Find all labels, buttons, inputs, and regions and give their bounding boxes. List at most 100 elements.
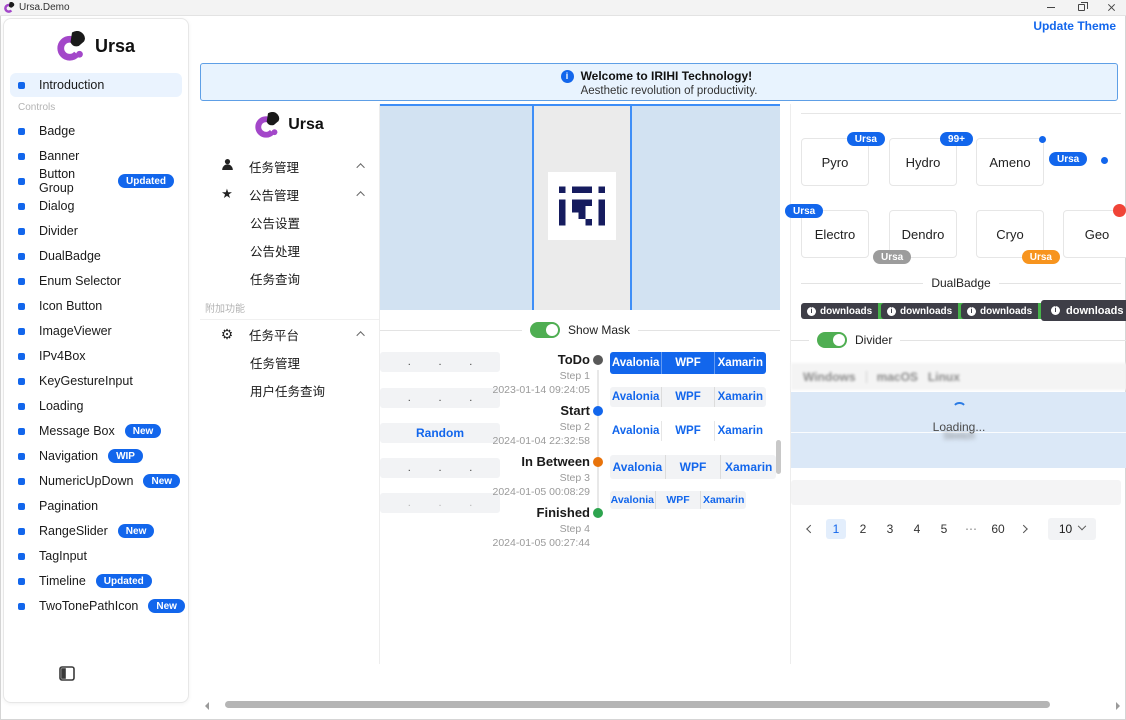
divider-line	[801, 113, 1121, 114]
button-avalonia[interactable]: Avalonia	[610, 352, 661, 374]
sidebar-item-pagination[interactable]: Pagination	[10, 494, 182, 518]
timeline-entry: In Between Step 3 2024-01-05 00:08:29	[450, 454, 590, 498]
previous-page-button[interactable]	[799, 519, 819, 539]
app-icon	[4, 2, 15, 13]
sidebar-logo-text: Ursa	[95, 36, 135, 57]
page-button-5[interactable]: 5	[934, 519, 954, 539]
update-theme-button[interactable]: Update Theme	[1033, 19, 1116, 33]
maximize-button[interactable]	[1066, 0, 1096, 16]
mask-guide-line	[630, 106, 632, 310]
close-icon	[1107, 3, 1116, 12]
button-group-small: Avalonia WPF Xamarin	[610, 491, 746, 509]
nav-item-user-task-query[interactable]: 用户任务查询	[200, 376, 379, 404]
sidebar-item-enum-selector[interactable]: Enum Selector	[10, 269, 182, 293]
sidebar-item-rangeslider[interactable]: RangeSliderNew	[10, 519, 182, 543]
bullet-icon	[18, 328, 25, 335]
divider-toggle[interactable]	[817, 332, 847, 348]
navigation-menu: Ursa 任务管理 公告管理 公告设置 公告处理 任务查询 附加功能 任务平台 …	[200, 104, 380, 664]
nav-item-task-platform[interactable]: 任务平台	[200, 320, 379, 348]
page-button-3[interactable]: 3	[880, 519, 900, 539]
badge-card-dendro: Dendro Ursa	[889, 210, 957, 258]
sidebar: Ursa Introduction Controls Badge Banner …	[3, 18, 189, 703]
button-wpf[interactable]: WPF	[655, 491, 701, 509]
dot-badge	[1039, 136, 1046, 143]
tab-macos[interactable]: macOS	[877, 370, 918, 384]
page-size-select[interactable]: 10	[1048, 518, 1096, 540]
page-button-1[interactable]: 1	[826, 519, 846, 539]
minimize-button[interactable]	[1036, 0, 1066, 16]
sidebar-item-timeline[interactable]: TimelineUpdated	[10, 569, 182, 593]
nav-logo: Ursa	[200, 112, 379, 138]
timeline-dot-start	[593, 406, 603, 416]
button-avalonia[interactable]: Avalonia	[610, 455, 665, 479]
status-badge: New	[148, 599, 185, 613]
sidebar-item-keygestureinput[interactable]: KeyGestureInput	[10, 369, 182, 393]
nav-item-announcement-processing[interactable]: 公告处理	[200, 236, 379, 264]
close-button[interactable]	[1096, 0, 1126, 16]
button-xamarin[interactable]: Xamarin	[700, 491, 746, 509]
tab-linux[interactable]: Linux	[928, 370, 960, 384]
status-badge: Updated	[118, 174, 174, 188]
page-button-last[interactable]: 60	[988, 519, 1008, 539]
sidebar-item-icon-button[interactable]: Icon Button	[10, 294, 182, 318]
sidebar-item-ipv4box[interactable]: IPv4Box	[10, 344, 182, 368]
sidebar-item-imageviewer[interactable]: ImageViewer	[10, 319, 182, 343]
button-avalonia[interactable]: Avalonia	[610, 421, 661, 441]
button-wpf[interactable]: WPF	[661, 387, 713, 407]
pagination: 1 2 3 4 5 ⋯ 60 10	[799, 518, 1096, 540]
loading-panel: Loading... Stretch	[791, 392, 1126, 468]
scroll-right-arrow[interactable]	[1116, 702, 1120, 710]
show-mask-toggle[interactable]	[530, 322, 560, 338]
button-xamarin[interactable]: Xamarin	[714, 421, 766, 441]
button-group-borderless: Avalonia WPF Xamarin	[610, 421, 766, 441]
status-badge: New	[143, 474, 180, 488]
badge-card-cryo: Cryo Ursa	[976, 210, 1044, 258]
sidebar-item-divider[interactable]: Divider	[10, 219, 182, 243]
ursa-badge: Ursa	[847, 132, 885, 146]
sidebar-item-button-group[interactable]: Button GroupUpdated	[10, 169, 182, 193]
button-wpf[interactable]: WPF	[661, 421, 713, 441]
ursa-badge-orange: Ursa	[1022, 250, 1060, 264]
sidebar-item-dualbadge[interactable]: DualBadge	[10, 244, 182, 268]
bullet-icon	[18, 253, 25, 260]
nav-logo-text: Ursa	[288, 116, 324, 134]
sidebar-item-message-box[interactable]: Message BoxNew	[10, 419, 182, 443]
button-wpf[interactable]: WPF	[665, 455, 721, 479]
sidebar-item-taginput[interactable]: TagInput	[10, 544, 182, 568]
page-button-2[interactable]: 2	[853, 519, 873, 539]
button-avalonia[interactable]: Avalonia	[610, 491, 655, 509]
sidebar-item-loading[interactable]: Loading	[10, 394, 182, 418]
sidebar-item-dialog[interactable]: Dialog	[10, 194, 182, 218]
nav-item-announcement-settings[interactable]: 公告设置	[200, 208, 379, 236]
nav-item-task-management-child[interactable]: 任务管理	[200, 348, 379, 376]
sidebar-item-navigation[interactable]: NavigationWIP	[10, 444, 182, 468]
sidebar-item-introduction[interactable]: Introduction	[10, 73, 182, 97]
horizontal-scrollbar-thumb[interactable]	[225, 701, 1050, 708]
nav-item-announcement-management[interactable]: 公告管理	[200, 180, 379, 208]
star-icon	[220, 186, 234, 202]
collapse-sidebar-button[interactable]	[59, 666, 75, 686]
tab-windows[interactable]: Windows	[803, 370, 856, 384]
sidebar-item-twotonepathicon[interactable]: TwoTonePathIconNew	[10, 594, 182, 618]
vertical-scrollbar-thumb[interactable]	[776, 440, 781, 474]
button-wpf[interactable]: WPF	[661, 352, 713, 374]
dualbadge-divider-label: DualBadge	[931, 276, 990, 290]
page-button-4[interactable]: 4	[907, 519, 927, 539]
scroll-left-arrow[interactable]	[205, 702, 209, 710]
button-xamarin[interactable]: Xamarin	[720, 455, 776, 479]
sidebar-item-banner[interactable]: Banner	[10, 144, 182, 168]
sidebar-item-badge[interactable]: Badge	[10, 119, 182, 143]
image-viewer[interactable]	[380, 104, 780, 310]
button-xamarin[interactable]: Xamarin	[714, 352, 766, 374]
nav-item-task-management[interactable]: 任务管理	[200, 152, 379, 180]
sidebar-item-numericupdown[interactable]: NumericUpDownNew	[10, 469, 182, 493]
chevron-up-icon	[356, 331, 364, 339]
next-page-button[interactable]	[1015, 519, 1035, 539]
show-mask-label: Show Mask	[568, 323, 630, 337]
button-avalonia[interactable]: Avalonia	[610, 387, 661, 407]
nav-item-task-query[interactable]: 任务查询	[200, 264, 379, 292]
titlebar: Ursa.Demo	[0, 0, 1126, 16]
page-ellipsis[interactable]: ⋯	[961, 519, 981, 539]
bullet-icon	[18, 603, 25, 610]
button-xamarin[interactable]: Xamarin	[714, 387, 766, 407]
